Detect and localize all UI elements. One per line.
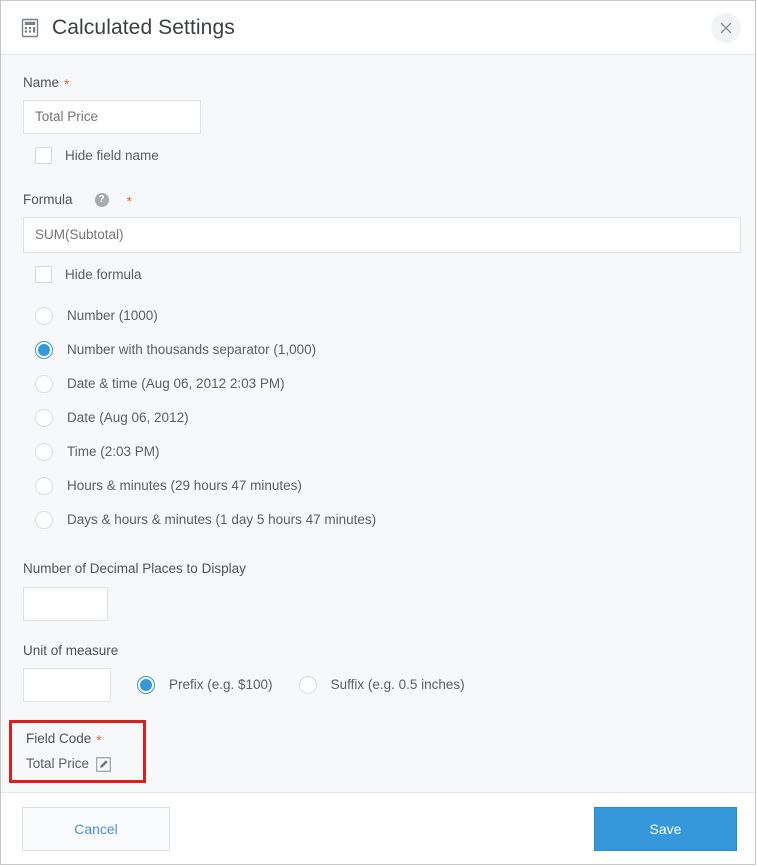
decimal-places-label: Number of Decimal Places to Display: [23, 561, 246, 577]
field-code-required-marker: *: [96, 731, 102, 748]
dialog-title: Calculated Settings: [52, 16, 235, 39]
radio-label: Number (1000): [67, 308, 158, 324]
radio-label: Hours & minutes (29 hours 47 minutes): [67, 478, 302, 494]
formula-label-row: Formula ? *: [23, 192, 737, 208]
dialog-header: Calculated Settings: [1, 1, 755, 55]
calculated-settings-dialog: Calculated Settings Name * Hide field na…: [0, 0, 756, 865]
unit-of-measure-section: Unit of measure Prefix (e.g. $100) Suffi…: [23, 643, 737, 702]
display-format-radio-group: Number (1000) Number with thousands sepa…: [35, 299, 737, 537]
radio-label: Suffix (e.g. 0.5 inches): [330, 676, 465, 692]
save-button[interactable]: Save: [594, 806, 737, 851]
formula-label: Formula: [23, 192, 73, 208]
calculator-icon: [19, 17, 41, 39]
hide-formula-row[interactable]: Hide formula: [35, 266, 737, 284]
hide-field-name-label: Hide field name: [65, 147, 159, 163]
name-label-row: Name *: [23, 75, 737, 91]
radio-indicator[interactable]: [35, 375, 53, 394]
radio-indicator[interactable]: [35, 511, 53, 530]
radio-option-suffix[interactable]: Suffix (e.g. 0.5 inches): [298, 675, 465, 694]
formula-required-marker: *: [126, 193, 132, 210]
radio-option-days-hours-minutes[interactable]: Days & hours & minutes (1 day 5 hours 47…: [35, 503, 737, 537]
field-code-label: Field Code: [26, 730, 92, 746]
radio-label: Days & hours & minutes (1 day 5 hours 47…: [67, 512, 377, 528]
radio-option-prefix[interactable]: Prefix (e.g. $100): [137, 675, 273, 694]
radio-option-time[interactable]: Time (2:03 PM): [35, 435, 737, 469]
radio-label: Number with thousands separator (1,000): [67, 342, 317, 358]
formula-input[interactable]: [23, 217, 741, 254]
unit-of-measure-input[interactable]: [23, 667, 111, 702]
field-code-label-row: Field Code *: [26, 731, 143, 747]
radio-indicator[interactable]: [35, 307, 53, 326]
radio-option-date[interactable]: Date (Aug 06, 2012): [35, 401, 737, 435]
hide-field-name-row[interactable]: Hide field name: [35, 147, 737, 165]
decimal-places-input[interactable]: [23, 586, 108, 621]
radio-indicator[interactable]: [35, 477, 53, 496]
radio-indicator[interactable]: [35, 341, 53, 360]
help-icon[interactable]: ?: [94, 193, 109, 208]
name-label: Name: [23, 75, 60, 90]
field-code-value: Total Price: [26, 755, 90, 771]
dialog-footer: Cancel Save: [1, 792, 755, 864]
field-code-value-row: Total Price: [26, 756, 143, 772]
radio-indicator[interactable]: [35, 443, 53, 462]
field-code-highlight-box: Field Code * Total Price: [9, 719, 146, 784]
unit-of-measure-row: Prefix (e.g. $100) Suffix (e.g. 0.5 inch…: [23, 667, 737, 702]
close-icon: [720, 22, 732, 34]
close-button[interactable]: [711, 12, 741, 43]
edit-icon[interactable]: [96, 756, 111, 772]
hide-formula-label: Hide formula: [65, 266, 142, 282]
radio-indicator[interactable]: [137, 675, 155, 694]
radio-indicator[interactable]: [298, 675, 317, 694]
radio-label: Date (Aug 06, 2012): [67, 410, 189, 426]
radio-label: Date & time (Aug 06, 2012 2:03 PM): [67, 376, 285, 392]
decimal-places-section: Number of Decimal Places to Display: [23, 561, 737, 621]
radio-indicator[interactable]: [35, 409, 53, 428]
hide-formula-checkbox[interactable]: [35, 266, 52, 284]
cancel-button[interactable]: Cancel: [22, 806, 170, 851]
radio-option-hours-minutes[interactable]: Hours & minutes (29 hours 47 minutes): [35, 469, 737, 503]
radio-option-number[interactable]: Number (1000): [35, 299, 737, 333]
unit-of-measure-label: Unit of measure: [23, 642, 119, 658]
radio-label: Time (2:03 PM): [67, 444, 160, 460]
dialog-body: Name * Hide field name Formula ? * Hide …: [1, 55, 755, 792]
radio-option-number-thousands[interactable]: Number with thousands separator (1,000): [35, 333, 737, 367]
radio-option-date-time[interactable]: Date & time (Aug 06, 2012 2:03 PM): [35, 367, 737, 401]
name-input[interactable]: [23, 100, 201, 135]
radio-label: Prefix (e.g. $100): [169, 676, 273, 692]
name-required-marker: *: [64, 76, 70, 93]
hide-field-name-checkbox[interactable]: [35, 147, 52, 165]
